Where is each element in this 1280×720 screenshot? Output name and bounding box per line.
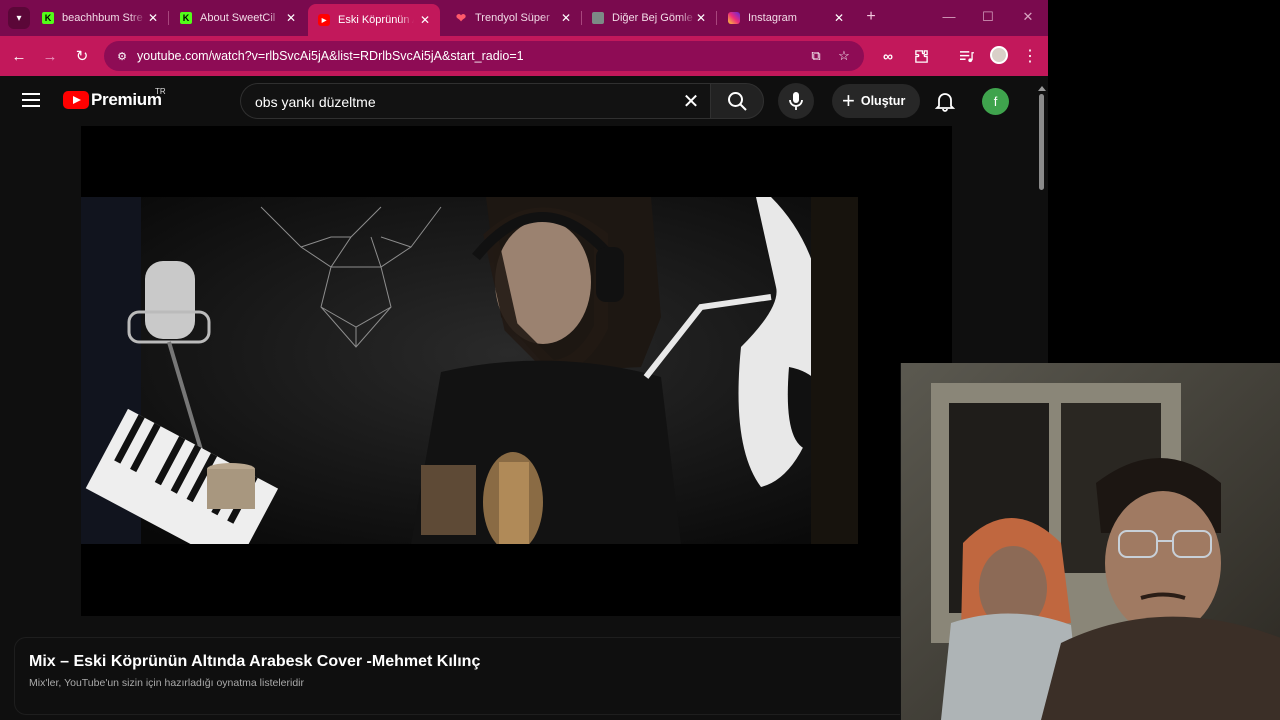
playlist-title[interactable]: Mix – Eski Köprünün Altında Arabesk Cove… <box>29 653 480 671</box>
tab-title: Instagram <box>748 12 797 24</box>
reload-icon[interactable]: ↻ <box>72 46 92 66</box>
back-arrow-icon[interactable]: ← <box>9 46 29 66</box>
browser-window: ▾ K beachhbum Stre ✕ K About SweetCil ✕ … <box>0 0 1048 720</box>
address-bar[interactable]: ⚙ youtube.com/watch?v=rlbSvcAi5jA&list=R… <box>104 41 864 71</box>
user-avatar[interactable]: f <box>982 88 1009 115</box>
bookmark-star-icon[interactable]: ☆ <box>836 48 852 64</box>
region-code: TR <box>155 87 166 96</box>
video-frame[interactable] <box>81 197 858 544</box>
forward-arrow-icon[interactable]: → <box>40 46 60 66</box>
kick-icon: K <box>180 12 192 24</box>
search-input[interactable]: obs yankı düzeltme <box>255 94 376 110</box>
video-player[interactable] <box>81 126 952 616</box>
tab-strip: ▾ K beachhbum Stre ✕ K About SweetCil ✕ … <box>0 0 1048 36</box>
media-controls-icon[interactable] <box>956 46 976 66</box>
close-icon[interactable]: ✕ <box>832 11 846 25</box>
tab-trendyol[interactable]: ❤ Trendyol Süper ✕ <box>455 6 573 30</box>
tab-separator <box>581 11 582 25</box>
tab-title: Diğer Bej Gömle <box>612 12 693 24</box>
close-icon[interactable]: ✕ <box>694 11 708 25</box>
browser-toolbar: ← → ↻ ⚙ youtube.com/watch?v=rlbSvcAi5jA&… <box>0 36 1048 76</box>
tab-title: About SweetCil <box>200 12 276 24</box>
window-close-icon[interactable]: ✕ <box>1018 9 1038 25</box>
maximize-icon[interactable]: ☐ <box>978 9 998 25</box>
youtube-premium-label[interactable]: Premium <box>91 90 162 110</box>
profile-avatar-icon[interactable] <box>990 46 1008 64</box>
create-button[interactable]: + Oluştur <box>832 84 920 118</box>
tab-separator <box>168 11 169 25</box>
more-menu-icon[interactable]: ⋮ <box>1020 46 1040 66</box>
close-icon[interactable]: ✕ <box>146 11 160 25</box>
kick-icon: K <box>42 12 54 24</box>
menu-hamburger-icon[interactable] <box>22 93 40 107</box>
youtube-header: Premium TR obs yankı düzeltme ✕ + Oluştu… <box>0 76 1048 126</box>
youtube-icon: ▶ <box>318 14 330 26</box>
playlist-subtitle: Mix'ler, YouTube'un sizin için hazırladı… <box>29 677 305 689</box>
tab-separator <box>716 11 717 25</box>
search-icon <box>728 92 747 111</box>
plus-icon: + <box>842 88 855 113</box>
tab-search-chevron-icon[interactable]: ▾ <box>8 7 30 29</box>
url-text[interactable]: youtube.com/watch?v=rlbSvcAi5jA&list=RDr… <box>137 49 524 63</box>
site-info-icon[interactable]: ⚙ <box>114 48 130 64</box>
scroll-up-arrow-icon[interactable] <box>1038 86 1046 91</box>
search-button[interactable] <box>710 83 764 119</box>
search-box[interactable]: obs yankı düzeltme ✕ <box>240 83 710 119</box>
microphone-icon <box>789 92 803 110</box>
notifications-bell-icon[interactable] <box>934 90 956 112</box>
tab-title: Trendyol Süper <box>475 12 550 24</box>
minimize-icon[interactable]: — <box>939 9 959 24</box>
youtube-logo-icon[interactable] <box>63 91 89 109</box>
tab-instagram[interactable]: Instagram ✕ <box>728 6 846 30</box>
voice-search-button[interactable] <box>778 83 814 119</box>
playlist-info-card[interactable]: Mix – Eski Köprünün Altında Arabesk Cove… <box>14 637 900 715</box>
tab-eski-koprunun[interactable]: ▶ Eski Köprünün A ✕ <box>308 4 440 36</box>
create-label: Oluştur <box>860 94 906 108</box>
tab-title: Eski Köprünün A <box>338 14 414 26</box>
extension-infinity-icon[interactable]: ∞ <box>878 46 898 66</box>
scrollbar-thumb[interactable] <box>1039 94 1044 190</box>
person-icon <box>592 12 604 24</box>
webcam-overlay <box>900 363 1280 720</box>
close-icon[interactable]: ✕ <box>284 11 298 25</box>
close-icon[interactable]: ✕ <box>418 13 432 27</box>
tab-diger-bej[interactable]: Diğer Bej Gömle ✕ <box>592 6 708 30</box>
extensions-puzzle-icon[interactable] <box>911 46 931 66</box>
tab-beachhbum[interactable]: K beachhbum Stre ✕ <box>42 6 160 30</box>
clear-search-icon[interactable]: ✕ <box>680 90 702 113</box>
instagram-icon <box>728 12 740 24</box>
new-tab-plus-icon[interactable]: + <box>862 8 880 26</box>
install-app-icon[interactable]: ⧉ <box>808 48 824 64</box>
tab-sweetcil[interactable]: K About SweetCil ✕ <box>180 6 298 30</box>
heart-icon: ❤ <box>455 11 467 25</box>
close-icon[interactable]: ✕ <box>559 11 573 25</box>
tab-title: beachhbum Stre <box>62 12 143 24</box>
